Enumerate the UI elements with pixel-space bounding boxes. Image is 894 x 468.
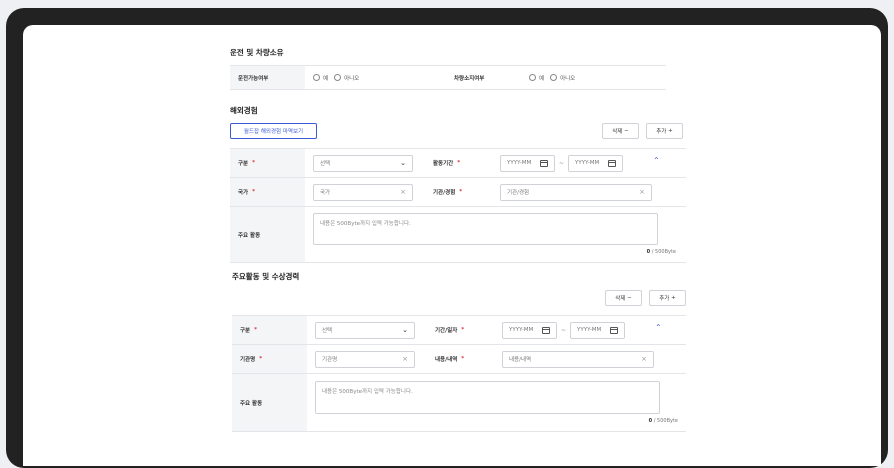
worldjob-button[interactable]: 월드잡 해외경험 마역보기: [230, 123, 317, 139]
can-drive-yes-radio[interactable]: 예: [313, 74, 328, 82]
clear-icon[interactable]: ×: [641, 355, 647, 363]
awards-start-date[interactable]: YYYY-MM: [502, 321, 557, 339]
required-mark: *: [461, 327, 465, 333]
clear-icon[interactable]: ×: [402, 355, 408, 363]
awards-activity-textarea[interactable]: 내용은 500Byte까지 입력 가능합니다.: [315, 381, 660, 414]
awards-type-label: 구분 *: [232, 316, 307, 344]
can-drive-radios: 예 아니오: [305, 66, 446, 89]
awards-type-select[interactable]: 선택 ⌄: [315, 321, 415, 339]
chevron-down-icon: ⌄: [402, 326, 408, 334]
own-car-radios: 예 아니오: [521, 66, 666, 89]
awards-period-cell: YYYY-MM ~ YYYY-MM ⌃: [502, 316, 686, 344]
can-drive-label: 운전가능여부: [230, 66, 305, 89]
driving-section-title: 운전 및 차량소유: [230, 48, 284, 57]
required-mark: *: [461, 356, 465, 362]
required-mark: *: [252, 189, 256, 195]
overseas-country-label: 국가 *: [230, 178, 305, 206]
awards-byte-counter: 0 / 500Byte: [648, 418, 678, 424]
own-car-no-radio[interactable]: 아니오: [550, 74, 575, 82]
overseas-org-label: 기관/경험 *: [425, 178, 500, 206]
overseas-type-cell: 선택 ⌄: [305, 149, 425, 177]
overseas-org-input[interactable]: 기관/경험 ×: [500, 183, 652, 201]
awards-row-3: 주요 활동 내용은 500Byte까지 입력 가능합니다. 0 / 500Byt…: [232, 374, 686, 432]
driving-row: 운전가능여부 예 아니오 차량소지여부 예 아니오: [230, 65, 666, 90]
overseas-period-cell: YYYY-MM ~ YYYY-MM ⌃: [500, 149, 686, 177]
calendar-icon: [540, 159, 548, 167]
required-mark: *: [252, 160, 256, 166]
awards-period-label: 기간/일자 *: [427, 316, 502, 344]
awards-activity-label: 주요 활동: [232, 374, 307, 431]
calendar-icon: [542, 326, 550, 334]
overseas-byte-counter: 0 / 500Byte: [646, 249, 676, 255]
overseas-add-button[interactable]: 추가 +: [646, 123, 683, 139]
radio-circle-icon: [313, 74, 320, 81]
date-separator: ~: [561, 326, 567, 334]
required-mark: *: [459, 189, 463, 195]
calendar-icon: [608, 159, 617, 167]
overseas-org-cell: 기관/경험 ×: [500, 178, 686, 206]
awards-activity-cell: 내용은 500Byte까지 입력 가능합니다. 0 / 500Byte: [307, 374, 686, 431]
minus-icon: −: [627, 295, 632, 301]
plus-icon: +: [668, 128, 673, 134]
required-mark: *: [457, 160, 461, 166]
device-frame: 운전 및 차량소유 운전가능여부 예 아니오 차량소지여부 예 아니오 해외경험…: [6, 8, 888, 468]
awards-row-2: 기관명 * 기관명 × 내용/내역 * 내용/내역 ×: [232, 345, 686, 374]
overseas-activity-textarea[interactable]: 내용은 500Byte까지 입력 가능합니다.: [313, 213, 658, 245]
radio-circle-icon: [550, 74, 558, 81]
awards-content-cell: 내용/내역 ×: [502, 345, 686, 373]
collapse-chevron-up-icon[interactable]: ⌃: [653, 156, 660, 165]
plus-icon: +: [671, 295, 676, 301]
required-mark: *: [259, 356, 263, 362]
clear-icon[interactable]: ×: [639, 188, 645, 196]
awards-org-label: 기관명 *: [232, 345, 307, 373]
overseas-country-cell: 국가 ×: [305, 178, 425, 206]
overseas-activity-label: 주요 활동: [230, 207, 305, 262]
awards-type-cell: 선택 ⌄: [307, 316, 427, 344]
minus-icon: −: [624, 128, 629, 134]
awards-section-title: 주요활동 및 수상경력: [232, 272, 300, 281]
awards-content-input[interactable]: 내용/내역 ×: [502, 350, 654, 368]
overseas-row-2: 국가 * 국가 × 기관/경험 * 기관/경험 ×: [230, 178, 686, 207]
awards-end-date[interactable]: YYYY-MM: [570, 321, 626, 339]
awards-add-button[interactable]: 추가 +: [649, 290, 686, 306]
overseas-row-3: 주요 활동 내용은 500Byte까지 입력 가능합니다. 0 / 500Byt…: [230, 207, 686, 263]
overseas-section-title: 해외경험: [230, 106, 258, 115]
clear-icon[interactable]: ×: [400, 188, 406, 196]
radio-circle-icon: [529, 74, 536, 81]
own-car-yes-radio[interactable]: 예: [529, 74, 544, 82]
radio-circle-icon: [334, 74, 342, 81]
own-car-label: 차량소지여부: [446, 66, 521, 89]
overseas-activity-cell: 내용은 500Byte까지 입력 가능합니다. 0 / 500Byte: [305, 207, 686, 262]
overseas-type-label: 구분 *: [230, 149, 305, 177]
screen: 운전 및 차량소유 운전가능여부 예 아니오 차량소지여부 예 아니오 해외경험…: [23, 25, 881, 466]
date-separator: ~: [559, 159, 565, 167]
awards-row-1: 구분 * 선택 ⌄ 기간/일자 * YYYY-MM ~ YYYY-MM ⌃: [232, 315, 686, 345]
overseas-period-label: 활동기간 *: [425, 149, 500, 177]
can-drive-no-radio[interactable]: 아니오: [334, 74, 359, 82]
collapse-chevron-up-icon[interactable]: ⌃: [655, 323, 662, 332]
overseas-delete-button[interactable]: 삭제 −: [602, 123, 639, 139]
overseas-row-1: 구분 * 선택 ⌄ 활동기간 * YYYY-MM ~ YYYY-MM ⌃: [230, 148, 686, 178]
awards-org-cell: 기관명 ×: [307, 345, 427, 373]
overseas-type-select[interactable]: 선택 ⌄: [313, 154, 413, 172]
calendar-icon: [610, 326, 619, 334]
required-mark: *: [254, 327, 258, 333]
awards-content-label: 내용/내역 *: [427, 345, 502, 373]
awards-delete-button[interactable]: 삭제 −: [605, 290, 642, 306]
overseas-country-input[interactable]: 국가 ×: [313, 183, 413, 201]
chevron-down-icon: ⌄: [400, 159, 406, 167]
overseas-end-date[interactable]: YYYY-MM: [568, 154, 624, 172]
overseas-start-date[interactable]: YYYY-MM: [500, 154, 555, 172]
awards-org-input[interactable]: 기관명 ×: [315, 350, 415, 368]
